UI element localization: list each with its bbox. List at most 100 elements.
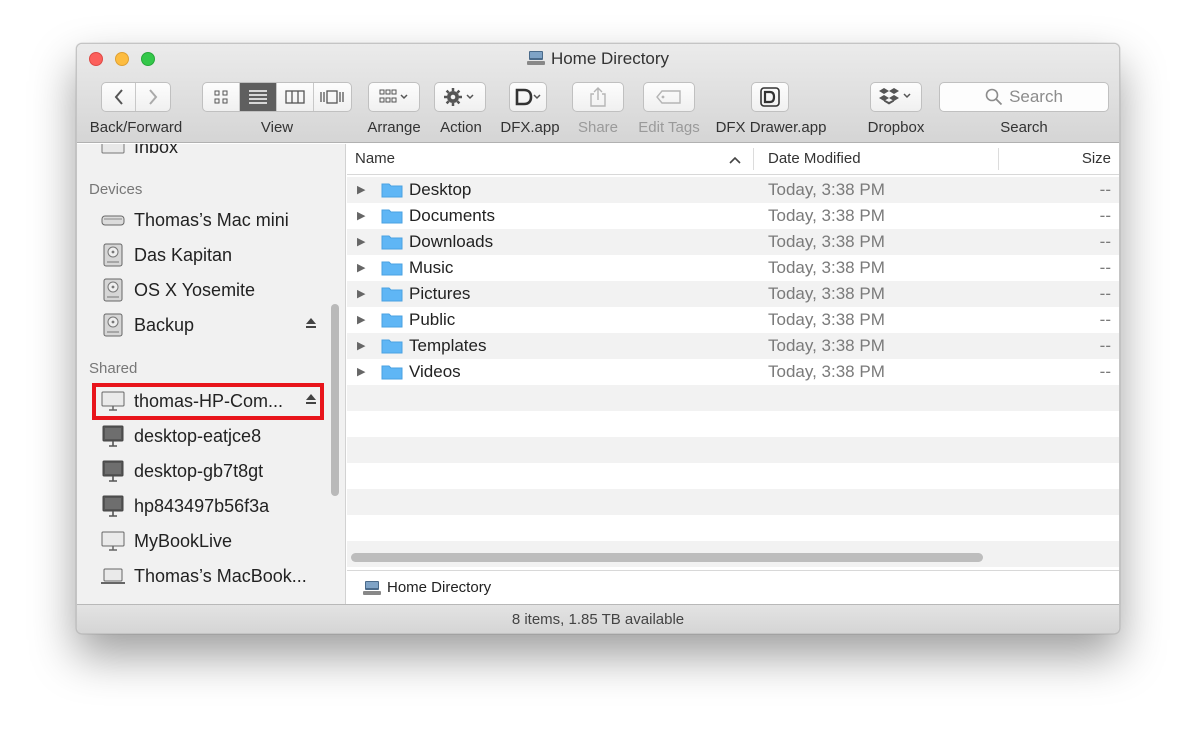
disclosure-triangle-icon[interactable]: ▶ [357, 339, 365, 352]
devices-section-header: Devices [89, 181, 143, 198]
path-item-home-directory[interactable]: Home Directory [363, 579, 491, 596]
date-column-header[interactable]: Date Modified [768, 150, 861, 167]
toolbar: Home Directory Back/Forward View Arrange… [77, 44, 1119, 143]
column-view-button[interactable] [277, 83, 314, 111]
sidebar-item-thomas-macbook[interactable]: Thomas’s MacBook... [101, 561, 321, 591]
date-modified: Today, 3:38 PM [768, 180, 885, 199]
sidebar-item-label: OS X Yosemite [134, 279, 256, 300]
edit-tags-button[interactable] [643, 82, 695, 112]
pc-display-icon [101, 495, 125, 517]
sidebar-item-hp843497b56f3a[interactable]: hp843497b56f3a [101, 491, 321, 521]
horizontal-scrollbar[interactable] [351, 553, 983, 562]
file-size: -- [1099, 232, 1111, 251]
columns-icon [285, 90, 305, 104]
status-text: 8 items, 1.85 TB available [511, 611, 685, 628]
dfx-drawer-button[interactable] [751, 82, 789, 112]
chevron-left-icon [114, 89, 123, 105]
dfx-app-label: DFX.app [500, 119, 560, 136]
dropbox-label: Dropbox [867, 119, 925, 136]
table-row[interactable]: ▶ Public Today, 3:38 PM -- [347, 307, 1119, 333]
disclosure-triangle-icon[interactable]: ▶ [357, 235, 365, 248]
file-name: Music [409, 258, 454, 277]
path-item-label: Home Directory [387, 579, 492, 596]
sidebar-item-label: desktop-eatjce8 [134, 425, 262, 446]
table-row[interactable]: ▶ Music Today, 3:38 PM -- [347, 255, 1119, 281]
mac-mini-icon [101, 209, 125, 231]
sidebar-item-das-kapitan[interactable]: Das Kapitan [101, 240, 321, 270]
disclosure-triangle-icon[interactable]: ▶ [357, 261, 365, 274]
table-row[interactable]: ▶ Templates Today, 3:38 PM -- [347, 333, 1119, 359]
window-title-text: Home Directory [550, 49, 670, 68]
status-bar: 8 items, 1.85 TB available [77, 604, 1119, 633]
dfx-icon [515, 88, 541, 106]
dropbox-icon [879, 88, 911, 105]
coverflow-view-button[interactable] [314, 83, 351, 111]
sidebar-item-mac-mini[interactable]: Thomas’s Mac mini [101, 205, 321, 235]
sidebar-item-mybooklive[interactable]: MyBookLive [101, 526, 321, 556]
action-label: Action [440, 119, 482, 136]
disclosure-triangle-icon[interactable]: ▶ [357, 209, 365, 222]
inbox-icon [101, 144, 125, 158]
sidebar-item-label: MyBookLive [134, 530, 233, 551]
folder-icon [381, 183, 403, 198]
grid-icon [214, 90, 228, 104]
disclosure-triangle-icon[interactable]: ▶ [357, 365, 365, 378]
highlight-annotation [92, 383, 324, 420]
hard-drive-icon [101, 278, 125, 302]
list-icon [248, 90, 267, 104]
file-name: Templates [409, 336, 487, 355]
sort-ascending-icon[interactable] [729, 152, 741, 169]
search-label: Search [1000, 119, 1048, 136]
sidebar-item-inbox[interactable]: Inbox [101, 144, 321, 162]
date-modified: Today, 3:38 PM [768, 284, 885, 303]
search-input[interactable]: Search [1009, 87, 1063, 107]
back-button[interactable] [102, 83, 137, 111]
share-button[interactable] [572, 82, 624, 112]
file-size: -- [1099, 206, 1111, 225]
action-button[interactable] [434, 82, 486, 112]
size-column-header[interactable]: Size [1082, 150, 1111, 167]
eject-icon[interactable] [305, 317, 317, 332]
search-field[interactable]: Search [939, 82, 1109, 112]
date-modified: Today, 3:38 PM [768, 258, 885, 277]
sidebar-item-desktop-gb7t8gt[interactable]: desktop-gb7t8gt [101, 456, 321, 486]
arrange-button[interactable] [368, 82, 420, 112]
sidebar-item-label: Thomas’s Mac mini [134, 209, 289, 230]
sidebar-item-os-x-yosemite[interactable]: OS X Yosemite [101, 275, 321, 305]
date-modified: Today, 3:38 PM [768, 232, 885, 251]
hard-drive-icon [101, 313, 125, 337]
folder-icon [381, 339, 403, 354]
sidebar-item-label: Inbox [134, 144, 179, 157]
file-name: Downloads [409, 232, 494, 251]
file-name: Public [409, 310, 456, 329]
folder-icon [381, 261, 403, 276]
sidebar-item-backup[interactable]: Backup [101, 310, 321, 340]
view-control [202, 82, 352, 112]
name-column-header[interactable]: Name [355, 150, 395, 167]
back-forward-label: Back/Forward [89, 119, 183, 136]
disclosure-triangle-icon[interactable]: ▶ [357, 183, 365, 196]
list-view-button[interactable] [239, 83, 278, 111]
column-divider[interactable] [753, 148, 754, 170]
file-name: Pictures [409, 284, 471, 303]
sidebar-scrollbar[interactable] [331, 304, 339, 496]
dfx-drawer-label: DFX Drawer.app [715, 119, 827, 136]
network-drive-icon [526, 51, 545, 65]
date-modified: Today, 3:38 PM [768, 206, 885, 225]
sidebar-item-desktop-eatjce8[interactable]: desktop-eatjce8 [101, 421, 321, 451]
table-row[interactable]: ▶ Pictures Today, 3:38 PM -- [347, 281, 1119, 307]
table-row[interactable]: ▶ Downloads Today, 3:38 PM -- [347, 229, 1119, 255]
coverflow-icon [320, 90, 344, 104]
icon-view-button[interactable] [203, 83, 240, 111]
forward-button[interactable] [136, 83, 170, 111]
table-row[interactable]: ▶ Videos Today, 3:38 PM -- [347, 359, 1119, 385]
disclosure-triangle-icon[interactable]: ▶ [357, 287, 365, 300]
file-size: -- [1099, 284, 1111, 303]
disclosure-triangle-icon[interactable]: ▶ [357, 313, 365, 326]
column-divider[interactable] [998, 148, 999, 170]
table-row[interactable]: ▶ Desktop Today, 3:38 PM -- [347, 177, 1119, 203]
folder-icon [381, 313, 403, 328]
dropbox-button[interactable] [870, 82, 922, 112]
table-row[interactable]: ▶ Documents Today, 3:38 PM -- [347, 203, 1119, 229]
dfx-app-button[interactable] [509, 82, 547, 112]
